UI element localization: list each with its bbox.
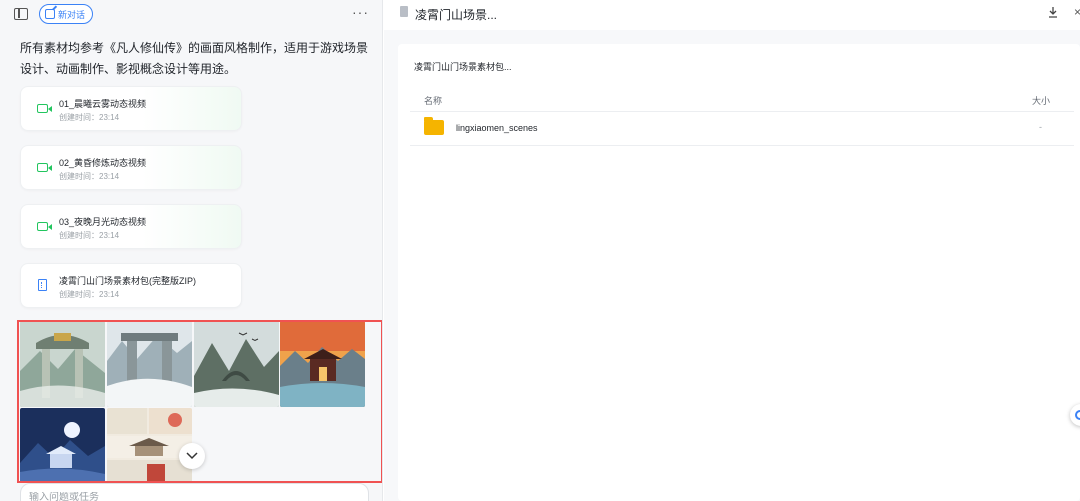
video-icon xyxy=(37,222,52,231)
chat-panel: 新对话 ··· 所有素材均参考《凡人修仙传》的画面风格制作，适用于游戏场景设计、… xyxy=(0,0,383,501)
file-name: 02_黄昏修炼动态视频 xyxy=(59,158,147,168)
row-file-size: - xyxy=(1039,122,1042,132)
viewer-header: 凌霄门山场景... × xyxy=(384,0,1080,30)
video-icon xyxy=(37,163,52,172)
package-title: 凌霄门山门场景素材包... xyxy=(414,62,512,72)
file-card-video-2[interactable]: 02_黄昏修炼动态视频 创建时间：23:14 xyxy=(20,145,242,190)
video-icon xyxy=(37,104,52,113)
chevron-down-icon xyxy=(186,452,198,460)
chat-topbar: 新对话 ··· xyxy=(0,0,382,30)
zip-file-icon xyxy=(38,279,47,291)
file-card-zip[interactable]: 凌霄门山门场景素材包(完整版ZIP) 创建时间：23:14 xyxy=(20,263,242,308)
file-viewer-panel: 凌霄门山场景... × 凌霄门山门场景素材包... 名称 大小 lingxiao… xyxy=(384,0,1080,501)
new-chat-label: 新对话 xyxy=(58,9,86,20)
viewer-title: 凌霄门山场景... xyxy=(415,8,498,22)
file-table-header: 名称 大小 xyxy=(410,90,1074,112)
column-size[interactable]: 大小 xyxy=(1032,94,1050,107)
scroll-down-button[interactable] xyxy=(179,443,205,469)
row-file-name: lingxiaomen_scenes xyxy=(456,123,538,133)
file-created-time: 创建时间：23:14 xyxy=(59,113,120,122)
close-icon[interactable]: × xyxy=(1074,5,1080,19)
edit-icon xyxy=(45,9,55,19)
new-chat-button[interactable]: 新对话 xyxy=(39,4,94,24)
download-icon[interactable] xyxy=(1048,6,1058,18)
file-card-video-1[interactable]: 01_晨曦云雾动态视频 创建时间：23:14 xyxy=(20,86,242,131)
file-created-time: 创建时间：23:14 xyxy=(59,172,120,181)
file-name: 03_夜晚月光动态视频 xyxy=(59,217,147,227)
column-name[interactable]: 名称 xyxy=(424,94,442,107)
more-options-icon[interactable]: ··· xyxy=(352,4,369,20)
chat-input[interactable] xyxy=(29,492,329,501)
file-name: 凌霄门山门场景素材包(完整版ZIP) xyxy=(59,276,196,286)
sidebar-toggle-icon[interactable] xyxy=(14,8,28,20)
file-browser: 凌霄门山门场景素材包... 名称 大小 lingxiaomen_scenes - xyxy=(398,44,1080,501)
file-card-video-3[interactable]: 03_夜晚月光动态视频 创建时间：23:14 xyxy=(20,204,242,249)
assistant-message: 所有素材均参考《凡人修仙传》的画面风格制作，适用于游戏场景设计、动画制作、影视概… xyxy=(20,41,369,76)
table-row[interactable]: lingxiaomen_scenes - xyxy=(410,112,1074,146)
file-created-time: 创建时间：23:14 xyxy=(59,290,120,299)
document-icon xyxy=(400,6,408,17)
chat-input-box[interactable] xyxy=(20,483,369,501)
file-created-time: 创建时间：23:14 xyxy=(59,231,120,240)
file-name: 01_晨曦云雾动态视频 xyxy=(59,99,147,109)
folder-icon xyxy=(424,117,444,135)
